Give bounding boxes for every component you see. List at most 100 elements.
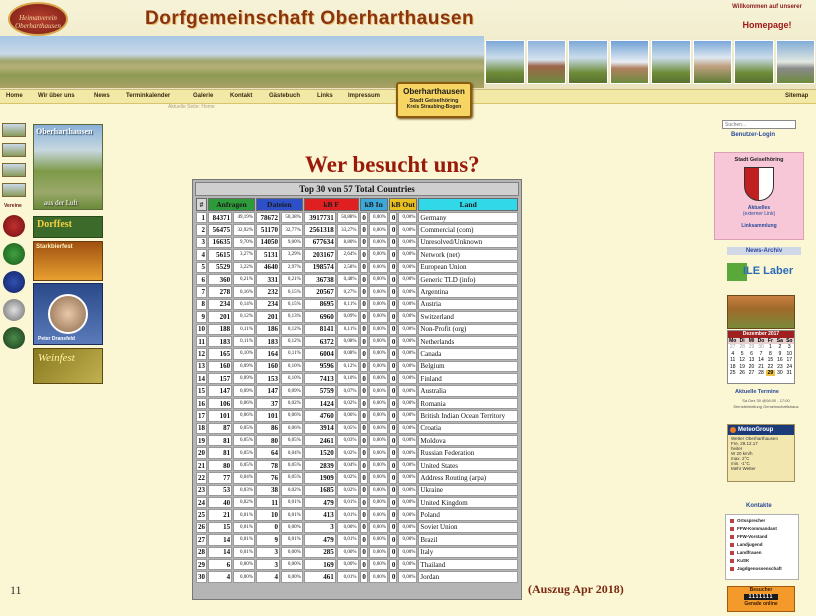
club-crest-icon[interactable]	[3, 271, 25, 293]
contact-item[interactable]: FFW-Vorstand	[729, 533, 795, 541]
current-events-link[interactable]: Aktuelle Termine	[735, 389, 779, 395]
kb-pct-cell: 0,11%	[336, 323, 359, 335]
event-title[interactable]: Diensteinteilung Gemeinschaftshaus	[722, 404, 810, 409]
requests-cell: 84371	[208, 212, 233, 224]
photo-link-icon[interactable]	[2, 183, 26, 197]
kb-cell: 3914	[303, 422, 336, 435]
rank-cell: 27	[196, 534, 207, 546]
calendar-day[interactable]: 25	[728, 370, 737, 376]
nav-imprint[interactable]: Impressum	[348, 93, 380, 99]
clubs-label: Vereine	[4, 203, 22, 209]
club-logo[interactable]: Heimatverein Oberharthausen	[8, 2, 68, 36]
starkbierfest-promo[interactable]: Starkbierfest	[33, 241, 103, 281]
club-crest-icon[interactable]	[3, 215, 25, 237]
calendar-day[interactable]: 29	[765, 370, 776, 377]
club-crest-icon[interactable]	[3, 243, 25, 265]
calendar-month-title[interactable]: Dezember 2017	[728, 331, 794, 338]
nav-contact[interactable]: Kontakt	[230, 93, 252, 99]
kb-pct-cell: 0,01%	[336, 496, 359, 509]
kb-out-cell: 0	[388, 360, 398, 373]
rank-cell: 15	[196, 385, 207, 397]
table-row: 25 21 0,01% 10 0,01% 413 0,01% 0 0,00% 0 0,00% Pola…	[196, 509, 518, 521]
requests-cell: 183	[208, 335, 233, 348]
contact-item[interactable]: Landfrauen	[729, 549, 795, 557]
country-cell: Argentina	[418, 286, 518, 298]
kb-out-cell: 0	[388, 534, 398, 546]
requests-cell: 5615	[208, 249, 233, 261]
country-cell: Thailand	[418, 558, 518, 571]
requests-cell: 160	[208, 360, 233, 373]
user-login-link[interactable]: Benutzer-Login	[731, 132, 775, 138]
coat-of-arms-icon[interactable]	[744, 167, 774, 201]
kb-in-cell: 0	[359, 571, 368, 583]
files-pct-cell: 0,05%	[281, 459, 303, 472]
news-archive-link[interactable]: News-Archiv	[727, 247, 801, 255]
photo-link-icon[interactable]	[2, 143, 26, 157]
event-time: Sa Dez 30 @08:00 - 17:00	[742, 398, 790, 403]
fasting-preacher-promo[interactable]: Peter Dransfeld	[33, 283, 103, 345]
calendar-day[interactable]: 30	[775, 370, 784, 376]
search-input[interactable]	[722, 120, 796, 129]
table-header-row: # Anfragen Dateien kB F kB In kB Out Lan…	[196, 198, 518, 211]
files-pct-cell: 0,15%	[281, 286, 303, 298]
photo-link-icon[interactable]	[2, 123, 26, 137]
requests-pct-cell: 0,00%	[233, 558, 255, 571]
kb-pct-cell: 8,80%	[336, 236, 359, 249]
kb-cell: 285	[303, 546, 336, 558]
country-cell: Belgium	[418, 360, 518, 373]
dorffest-promo[interactable]: Dorffest	[33, 216, 103, 238]
requests-cell: 5529	[208, 261, 233, 273]
kb-cell: 6004	[303, 348, 336, 360]
calendar-day[interactable]: 31	[785, 370, 794, 376]
contact-item[interactable]: Ortssprecher	[729, 517, 795, 525]
table-row: 3 16635 9,70% 14050 9,00% 677634 8,80% 0 0,00% 0 0…	[196, 236, 518, 249]
contact-item[interactable]: FFW-Kommandant	[729, 525, 795, 533]
calendar-grid: Mo Di Mi Do Fr Sa So 27 28 29 30 1 2 3 4 5 6 7 8 9 10 11 12 13 1…	[728, 338, 794, 377]
contact-item[interactable]: KuSK	[729, 557, 795, 565]
club-crest-icon[interactable]	[3, 299, 25, 321]
requests-cell: 87	[208, 422, 233, 435]
nav-links[interactable]: Links	[317, 93, 333, 99]
kb-out-pct-cell: 0,00%	[398, 422, 418, 435]
nav-news[interactable]: News	[94, 93, 110, 99]
photo-link-icon[interactable]	[2, 163, 26, 177]
kb-out-pct-cell: 0,00%	[398, 385, 418, 397]
rank-cell: 30	[196, 571, 207, 583]
requests-pct-cell: 0,09%	[233, 360, 255, 373]
link-collection-link[interactable]: Linksammlung	[715, 223, 803, 229]
aerial-photo-subtitle: aus der Luft	[44, 199, 78, 207]
weather-more-link[interactable]: Mehr Wetter	[731, 466, 791, 471]
aerial-photo-promo[interactable]: Oberharthausen aus der Luft	[33, 124, 103, 210]
kb-in-pct-cell: 0,00%	[368, 521, 388, 534]
nav-home[interactable]: Home	[6, 93, 23, 99]
kb-in-cell: 0	[359, 335, 368, 348]
calendar-day[interactable]: 27	[747, 370, 756, 376]
kb-out-pct-cell: 0,00%	[398, 373, 418, 385]
club-crest-icon[interactable]	[3, 327, 25, 349]
calendar-day[interactable]: 26	[737, 370, 746, 376]
files-pct-cell: 0,06%	[281, 422, 303, 435]
files-cell: 4640	[255, 261, 280, 273]
country-cell: Italy	[418, 546, 518, 558]
nav-sitemap[interactable]: Sitemap	[785, 93, 808, 99]
ile-laber-logo[interactable]: ILE Laber	[727, 259, 797, 285]
kb-in-pct-cell: 0,00%	[368, 212, 388, 224]
homepage-text: Homepage!	[742, 20, 792, 30]
nav-calendar[interactable]: Terminkalender	[126, 93, 170, 99]
kb-out-cell: 0	[388, 558, 398, 571]
nav-guestbook[interactable]: Gästebuch	[269, 93, 300, 99]
weather-widget[interactable]: MeteoGroup Wetter Oberharthausen Fre, 29…	[727, 424, 795, 482]
kb-in-pct-cell: 0,00%	[368, 224, 388, 236]
weinfest-promo[interactable]: Weinfest	[33, 348, 103, 384]
contact-item[interactable]: Landjugend	[729, 541, 795, 549]
files-cell: 64	[255, 447, 280, 459]
calendar-day[interactable]: 28	[756, 370, 765, 376]
nav-gallery[interactable]: Galerie	[193, 93, 213, 99]
municipality-box: Stadt Geiselhöring Aktuelles (externer L…	[714, 152, 804, 240]
rank-cell: 28	[196, 546, 207, 558]
contact-item[interactable]: Jagdgenossenschaft	[729, 565, 795, 573]
files-cell: 80	[255, 435, 280, 447]
stats-table-title: Top 30 von 57 Total Countries	[195, 182, 519, 196]
kb-in-cell: 0	[359, 546, 368, 558]
nav-about[interactable]: Wir über uns	[38, 93, 75, 99]
